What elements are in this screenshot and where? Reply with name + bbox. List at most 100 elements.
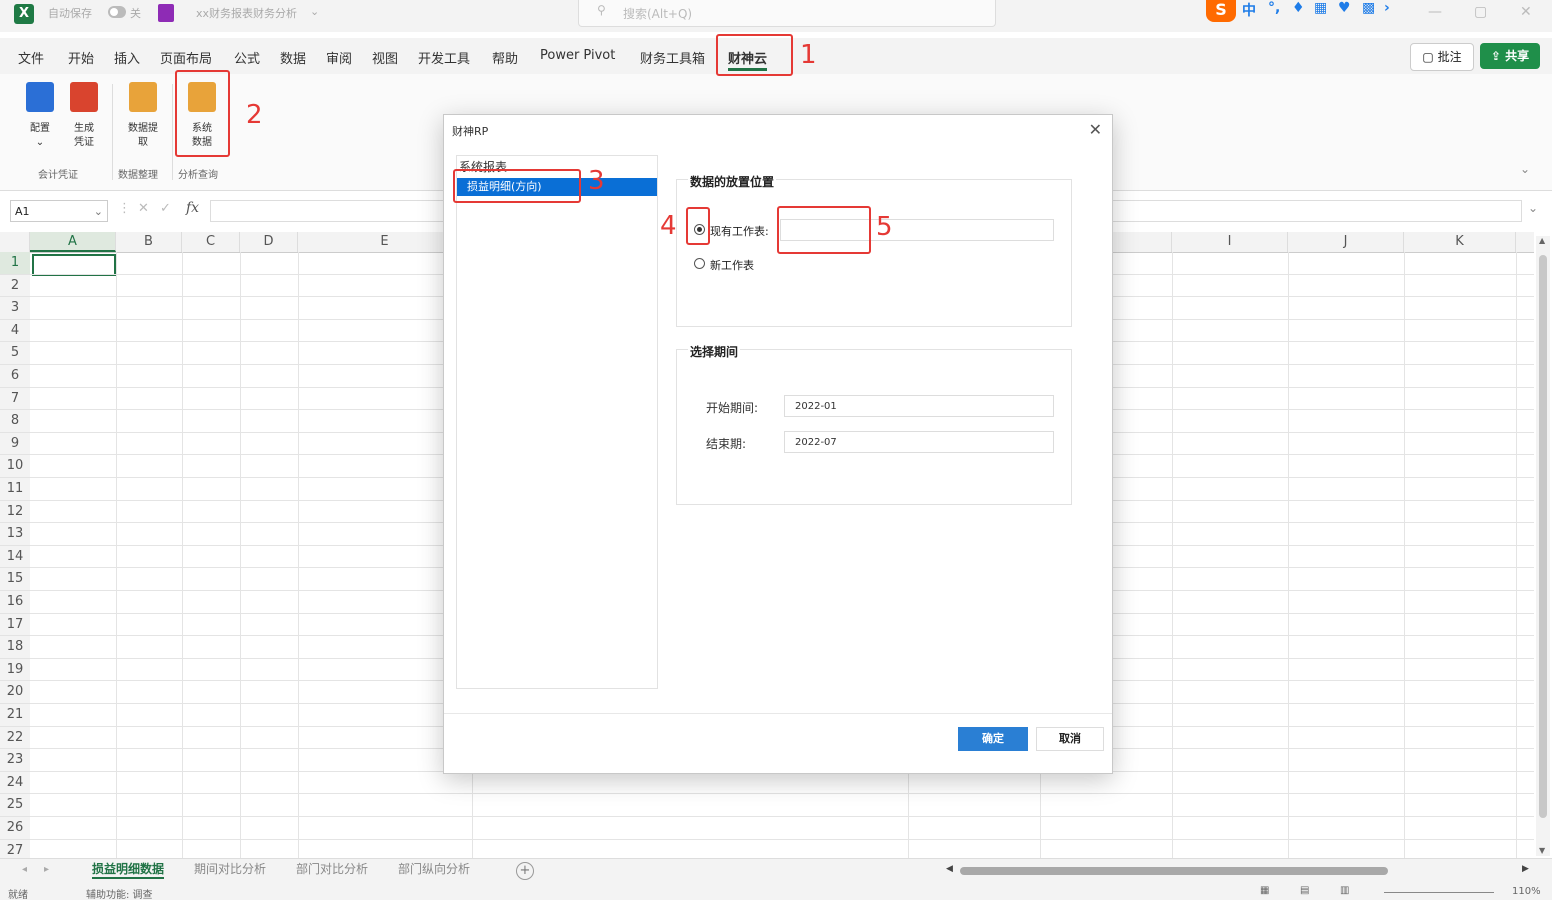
row-header[interactable]: 24 [0, 771, 30, 795]
start-period-input[interactable]: 2022-01 [784, 395, 1054, 417]
generate-voucher-button[interactable]: 生成 凭证 [66, 82, 102, 154]
row-header[interactable]: 23 [0, 749, 30, 772]
formula-expand-icon[interactable]: ⌄ [1528, 201, 1538, 215]
end-period-input[interactable]: 2022-07 [784, 431, 1054, 453]
hscroll-left-icon[interactable]: ◀ [946, 864, 953, 874]
save-icon[interactable] [158, 4, 174, 22]
tab-prev-icon[interactable]: ◂ [22, 864, 27, 875]
row-header[interactable]: 25 [0, 794, 30, 817]
zoom-slider[interactable] [1384, 892, 1494, 893]
normal-view-icon[interactable]: ▦ [1260, 885, 1269, 896]
comment-button[interactable]: ▢ 批注 [1410, 43, 1474, 71]
row-header[interactable]: 11 [0, 478, 30, 501]
data-extract-button[interactable]: 数据提 取 [122, 82, 164, 154]
row-header[interactable]: 20 [0, 681, 30, 704]
zoom-level[interactable]: 110% [1512, 886, 1541, 897]
menu-file[interactable]: 文件 [18, 48, 44, 67]
menu-view[interactable]: 视图 [372, 48, 398, 67]
row-header[interactable]: 27 [0, 839, 30, 858]
row-header[interactable]: 10 [0, 455, 30, 478]
share-button[interactable]: ⇪ 共享 [1480, 43, 1540, 69]
add-sheet-icon[interactable]: + [516, 862, 534, 880]
row-header[interactable]: 9 [0, 432, 30, 456]
menu-finance-toolbox[interactable]: 财务工具箱 [640, 48, 705, 67]
close-window-icon[interactable]: ✕ [1520, 4, 1532, 20]
filename-chevron-icon[interactable]: ⌄ [310, 5, 319, 18]
hscroll-right-icon[interactable]: ▶ [1522, 864, 1529, 874]
minimize-icon[interactable]: — [1428, 4, 1442, 20]
row-header[interactable]: 18 [0, 636, 30, 659]
row-header[interactable]: 16 [0, 591, 30, 614]
status-accessibility[interactable]: 辅助功能: 调查 [86, 886, 153, 901]
menu-page-layout[interactable]: 页面布局 [160, 48, 212, 67]
row-header[interactable]: 22 [0, 726, 30, 750]
ime-keyboard-icon[interactable]: ▦ [1314, 0, 1327, 16]
menu-help[interactable]: 帮助 [492, 48, 518, 67]
row-header[interactable]: 5 [0, 342, 30, 365]
row-header[interactable]: 26 [0, 817, 30, 840]
ime-logo-icon[interactable]: S [1206, 0, 1236, 22]
ime-chinese-icon[interactable]: 中 [1242, 0, 1256, 20]
sheet-tab-dept-vertical[interactable]: 部门纵向分析 [398, 860, 470, 877]
row-header[interactable]: 3 [0, 297, 30, 320]
vertical-scroll-thumb[interactable] [1539, 255, 1547, 818]
row-header[interactable]: 21 [0, 704, 30, 727]
menu-insert[interactable]: 插入 [114, 48, 140, 67]
column-header-i[interactable]: I [1172, 232, 1288, 252]
menu-formulas[interactable]: 公式 [234, 48, 260, 67]
row-header[interactable]: 1 [0, 252, 30, 275]
row-header[interactable]: 19 [0, 658, 30, 682]
search-box[interactable]: ⚲ 搜索(Alt+Q) [578, 0, 996, 27]
scroll-down-icon[interactable]: ▼ [1539, 846, 1545, 855]
row-header[interactable]: 7 [0, 387, 30, 411]
ime-punctuation-icon[interactable]: °, [1268, 0, 1280, 16]
ime-grid-icon[interactable]: ▩ [1362, 0, 1375, 16]
row-header[interactable]: 2 [0, 274, 30, 298]
menu-power-pivot[interactable]: Power Pivot [540, 48, 615, 63]
row-header[interactable]: 8 [0, 410, 30, 433]
cancel-entry-icon[interactable]: ✕ [138, 201, 149, 216]
ok-button[interactable]: 确定 [958, 727, 1028, 751]
excel-logo-icon: X [14, 4, 34, 24]
row-header[interactable]: 6 [0, 365, 30, 388]
ime-more-icon[interactable]: › [1384, 0, 1390, 16]
name-box[interactable]: A1 ⌄ [10, 200, 108, 222]
row-header[interactable]: 4 [0, 319, 30, 343]
ribbon-collapse-icon[interactable]: ⌄ [1520, 162, 1530, 176]
page-break-view-icon[interactable]: ▥ [1340, 885, 1349, 896]
page-layout-view-icon[interactable]: ▤ [1300, 885, 1309, 896]
row-header[interactable]: 15 [0, 568, 30, 591]
scroll-up-icon[interactable]: ▲ [1539, 236, 1545, 245]
sheet-tab-dept-compare[interactable]: 部门对比分析 [296, 860, 368, 877]
insert-function-icon[interactable]: fx [186, 200, 199, 216]
sheet-tab-pl-detail[interactable]: 损益明细数据 [92, 860, 165, 879]
column-header-a[interactable]: A [30, 232, 116, 252]
radio-new-sheet[interactable] [694, 258, 705, 269]
row-header[interactable]: 14 [0, 545, 30, 569]
dialog-close-icon[interactable]: ✕ [1089, 120, 1102, 139]
restore-icon[interactable]: ▢ [1474, 4, 1487, 20]
column-header-corner[interactable] [0, 232, 30, 252]
row-header[interactable]: 17 [0, 613, 30, 637]
autosave-toggle[interactable] [108, 6, 126, 18]
column-header-b[interactable]: B [116, 232, 182, 252]
column-header-c[interactable]: C [182, 232, 240, 252]
cancel-button[interactable]: 取消 [1036, 727, 1104, 751]
menu-review[interactable]: 审阅 [326, 48, 352, 67]
menu-data[interactable]: 数据 [280, 48, 306, 67]
row-header[interactable]: 12 [0, 500, 30, 524]
row-header[interactable]: 13 [0, 523, 30, 546]
column-header-k[interactable]: K [1404, 232, 1516, 252]
menu-developer[interactable]: 开发工具 [418, 48, 470, 67]
column-header-d[interactable]: D [240, 232, 298, 252]
ime-shirt-icon[interactable]: ♥ [1338, 0, 1351, 16]
gridline [30, 816, 1534, 817]
sheet-tab-period-compare[interactable]: 期间对比分析 [194, 860, 266, 877]
ime-microphone-icon[interactable]: ♦ [1292, 0, 1305, 16]
column-header-j[interactable]: J [1288, 232, 1404, 252]
tab-next-icon[interactable]: ▸ [44, 864, 49, 875]
horizontal-scroll-thumb[interactable] [960, 867, 1388, 875]
menu-home[interactable]: 开始 [68, 48, 94, 67]
config-button[interactable]: 配置 ⌄ [22, 82, 58, 154]
confirm-entry-icon[interactable]: ✓ [160, 201, 171, 216]
